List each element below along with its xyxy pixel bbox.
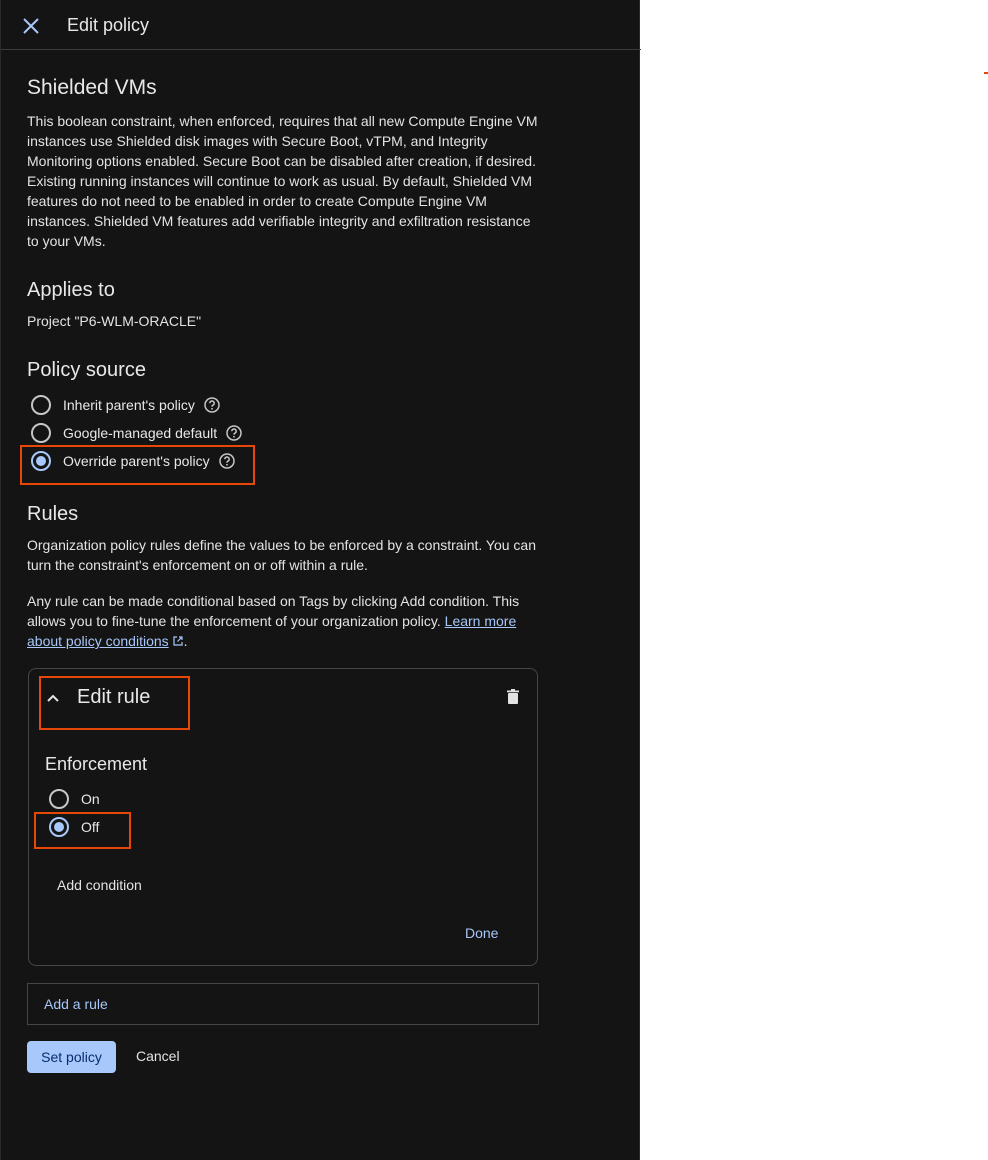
constraint-title: Shielded VMs [27, 76, 157, 99]
radio-button[interactable] [49, 789, 69, 809]
annotation-mark [984, 72, 988, 74]
radio-label: Off [81, 819, 100, 835]
radio-label: Override parent's policy [63, 453, 210, 469]
delete-icon[interactable] [503, 687, 523, 707]
help-icon[interactable] [225, 424, 243, 442]
radio-label: Inherit parent's policy [63, 397, 195, 413]
radio-enforcement-on[interactable]: On [49, 787, 100, 811]
radio-override-parent-policy[interactable]: Override parent's policy [31, 449, 236, 473]
external-link-icon [173, 636, 183, 646]
radio-label: On [81, 791, 100, 807]
rules-conditional-text: Any rule can be made conditional based o… [27, 591, 542, 651]
panel-header: Edit policy [1, 0, 641, 50]
period: . [183, 633, 188, 649]
add-condition-button[interactable]: Add condition [57, 877, 142, 893]
help-icon[interactable] [203, 396, 221, 414]
close-icon[interactable] [19, 14, 43, 38]
edit-policy-panel: Edit policy Shielded VMs This boolean co… [0, 0, 641, 1160]
help-icon[interactable] [218, 452, 236, 470]
radio-button-selected[interactable] [31, 451, 51, 471]
enforcement-heading: Enforcement [45, 754, 148, 774]
cancel-button[interactable]: Cancel [136, 1048, 180, 1064]
radio-google-managed-default[interactable]: Google-managed default [31, 421, 243, 445]
add-rule-button[interactable]: Add a rule [44, 996, 108, 1012]
edit-rule-card: Edit rule Enforcement On Off Add conditi… [28, 668, 538, 966]
edit-rule-title: Edit rule [77, 686, 151, 708]
applies-to-value: Project "P6-WLM-ORACLE" [27, 313, 202, 329]
radio-button-selected[interactable] [49, 817, 69, 837]
panel-title: Edit policy [67, 15, 150, 35]
done-button[interactable]: Done [465, 925, 498, 941]
radio-button[interactable] [31, 395, 51, 415]
chevron-up-icon[interactable] [41, 687, 65, 711]
rules-heading: Rules [27, 503, 79, 525]
radio-label: Google-managed default [63, 425, 218, 441]
radio-enforcement-off[interactable]: Off [49, 815, 99, 839]
policy-source-heading: Policy source [27, 359, 146, 381]
constraint-description: This boolean constraint, when enforced, … [27, 113, 538, 249]
radio-inherit-parent-policy[interactable]: Inherit parent's policy [31, 393, 221, 417]
add-rule-container: Add a rule [27, 983, 539, 1025]
applies-to-heading: Applies to [27, 279, 115, 301]
set-policy-button[interactable]: Set policy [27, 1041, 116, 1073]
rules-description: Organization policy rules define the val… [27, 537, 536, 573]
radio-button[interactable] [31, 423, 51, 443]
